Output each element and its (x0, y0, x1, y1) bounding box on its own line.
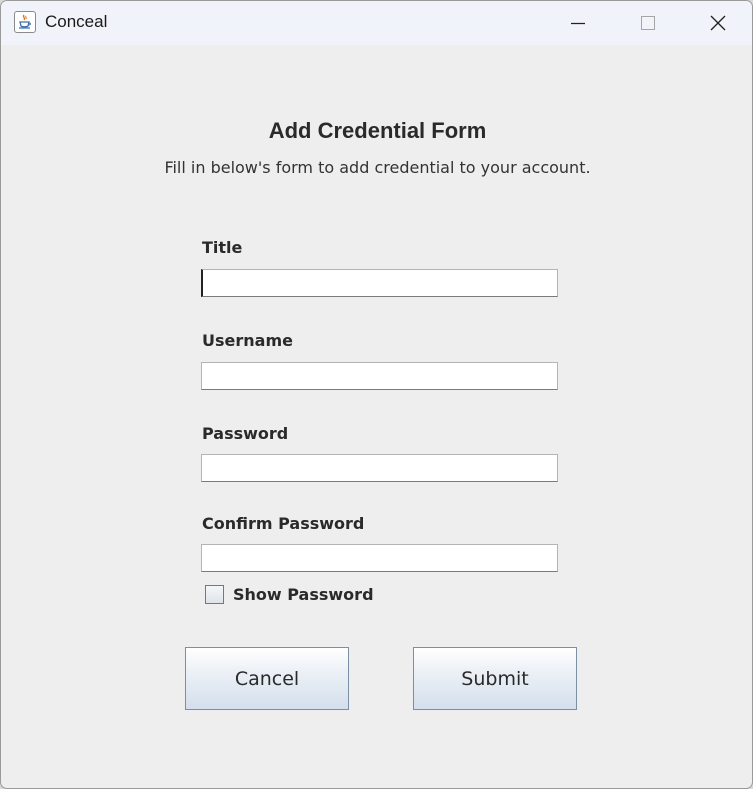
submit-button[interactable]: Submit (413, 647, 577, 710)
app-window: Conceal Add Credential Form Fill in belo… (0, 0, 753, 789)
title-label: Title (202, 238, 243, 257)
cancel-button[interactable]: Cancel (185, 647, 349, 710)
close-icon (710, 15, 726, 31)
form-heading: Add Credential Form (268, 118, 487, 143)
title-bar[interactable]: Conceal (1, 1, 752, 45)
show-password-checkbox[interactable] (205, 585, 224, 604)
form-subtitle: Fill in below's form to add credential t… (164, 158, 591, 177)
minimize-icon (571, 22, 585, 25)
password-input[interactable] (201, 454, 558, 482)
password-label: Password (202, 424, 289, 443)
username-input[interactable] (201, 362, 558, 390)
maximize-icon (641, 16, 655, 30)
confirm-password-label: Confirm Password (202, 514, 365, 533)
username-label: Username (202, 331, 293, 350)
minimize-button[interactable] (543, 1, 613, 45)
window-title: Conceal (45, 12, 108, 31)
maximize-button[interactable] (613, 1, 683, 45)
java-cup-icon (14, 11, 36, 33)
confirm-password-input[interactable] (201, 544, 558, 572)
close-button[interactable] (683, 1, 752, 45)
title-input[interactable] (201, 269, 558, 297)
show-password-label[interactable]: Show Password (233, 585, 374, 604)
